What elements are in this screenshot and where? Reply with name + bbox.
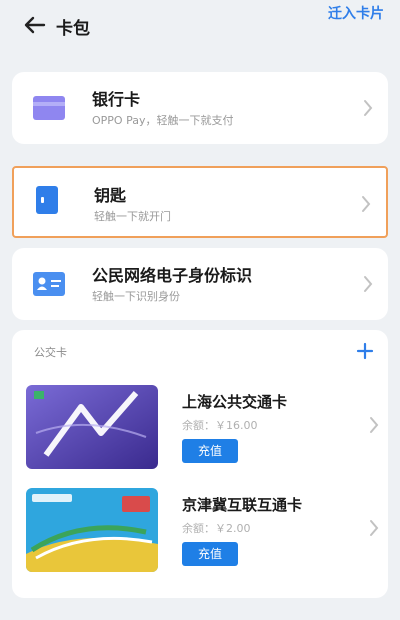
shanghai-card-image: [26, 385, 158, 469]
bank-card-icon: [33, 96, 65, 120]
transit-section: 公交卡 上海公共交通卡 余额：￥16.00 充值 京津冀互联互通卡 余额：￥2.…: [12, 330, 388, 598]
key-card-subtitle: 轻触一下就开门: [94, 210, 171, 223]
id-card-title: 公民网络电子身份标识: [92, 266, 253, 285]
back-arrow-icon[interactable]: [22, 12, 48, 38]
add-icon[interactable]: [356, 342, 374, 360]
transit-section-label: 公交卡: [34, 346, 67, 359]
transit-card-jingjinji[interactable]: 京津冀互联互通卡 余额：￥2.00 充值: [12, 488, 388, 576]
chevron-right-icon: [370, 520, 379, 536]
chevron-right-icon: [370, 417, 379, 433]
key-card-title: 钥匙: [94, 186, 127, 205]
migrate-card-link[interactable]: 迁入卡片: [328, 3, 384, 23]
transit-card-shanghai[interactable]: 上海公共交通卡 余额：￥16.00 充值: [12, 385, 388, 473]
recharge-button[interactable]: 充值: [182, 439, 238, 463]
key-card-entry[interactable]: 钥匙 轻触一下就开门: [12, 166, 388, 238]
chevron-right-icon: [364, 100, 373, 116]
chevron-right-icon: [364, 276, 373, 292]
transit-card-name: 京津冀互联互通卡: [182, 496, 303, 514]
bank-card-entry[interactable]: 银行卡 OPPO Pay，轻触一下就支付: [12, 72, 388, 144]
bank-card-subtitle: OPPO Pay，轻触一下就支付: [92, 114, 234, 127]
key-card-icon: [36, 186, 58, 214]
recharge-button[interactable]: 充值: [182, 542, 238, 566]
transit-card-name: 上海公共交通卡: [182, 393, 288, 411]
header: 卡包 迁入卡片: [0, 0, 400, 56]
bank-card-title: 银行卡: [92, 90, 141, 109]
chevron-right-icon: [362, 196, 371, 212]
id-card-entry[interactable]: 公民网络电子身份标识 轻触一下识别身份: [12, 248, 388, 320]
id-card-subtitle: 轻触一下识别身份: [92, 290, 180, 303]
transit-card-balance: 余额：￥2.00: [182, 522, 251, 535]
page-title: 卡包: [56, 19, 90, 39]
transit-card-balance: 余额：￥16.00: [182, 419, 258, 432]
id-card-icon: [33, 272, 65, 296]
jingjinji-card-image: [26, 488, 158, 572]
